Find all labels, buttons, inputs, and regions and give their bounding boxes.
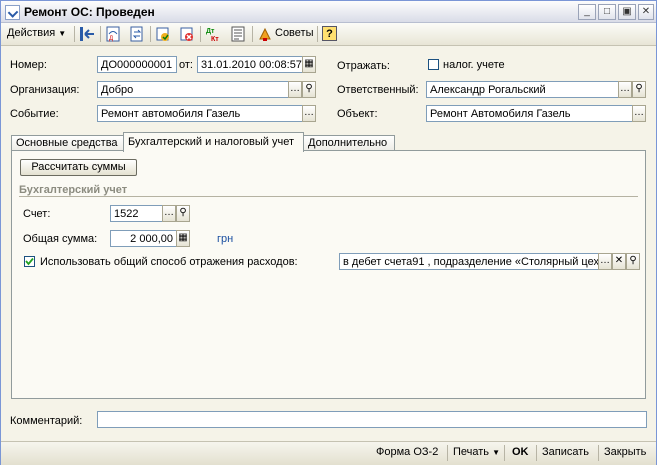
calculate-sums-button[interactable]: Рассчитать суммы — [20, 159, 137, 176]
search-icon[interactable]: ⚲ — [176, 205, 190, 222]
ok-button[interactable]: OK — [512, 446, 529, 458]
title-bar: Ремонт ОС: Проведен _ □ ▣ ✕ — [1, 1, 656, 23]
total-sum-label: Общая сумма: — [23, 233, 98, 245]
ellipsis-select-button[interactable]: … — [302, 105, 316, 122]
separator — [317, 26, 318, 42]
form-oz2-button[interactable]: Форма ОЗ-2 — [376, 446, 438, 458]
reflect-label: Отражать: — [337, 60, 390, 72]
common-method-checkbox[interactable] — [24, 256, 35, 267]
lightbulb-icon — [259, 27, 271, 41]
responsible-label: Ответственный: — [337, 84, 419, 96]
ellipsis-select-button[interactable]: … — [618, 81, 632, 98]
toolbar: Действия ▼ Д Дт Кт Советы ? — [1, 23, 656, 46]
refresh-document-icon[interactable] — [129, 26, 145, 42]
document-dt-icon[interactable]: Д — [105, 26, 121, 42]
organization-field[interactable]: Добро — [97, 81, 289, 98]
calendar-icon[interactable]: ▦ — [302, 56, 316, 73]
separator — [100, 26, 101, 42]
search-icon[interactable]: ⚲ — [302, 81, 316, 98]
separator — [200, 26, 201, 42]
search-icon[interactable]: ⚲ — [632, 81, 646, 98]
object-label: Объект: — [337, 108, 378, 120]
date-field[interactable]: 31.01.2010 00:08:57 — [197, 56, 303, 73]
common-method-field[interactable]: в дебет счета91 , подразделение «Столярн… — [339, 253, 599, 270]
save-button[interactable]: Записать — [542, 446, 589, 458]
common-method-label: Использовать общий способ отражения расх… — [40, 256, 298, 268]
section-title: Бухгалтерский учет — [19, 184, 128, 196]
restore-button[interactable]: ▣ — [618, 4, 636, 20]
document-window: Ремонт ОС: Проведен _ □ ▣ ✕ Действия ▼ Д… — [0, 0, 657, 465]
separator — [150, 26, 151, 42]
help-button[interactable]: ? — [322, 26, 337, 41]
search-icon[interactable]: ⚲ — [626, 253, 640, 270]
tax-accounting-label: налог. учете — [443, 59, 505, 71]
chevron-down-icon: ▼ — [58, 29, 67, 38]
minimize-button[interactable]: _ — [578, 4, 596, 20]
section-divider — [19, 196, 638, 197]
advice-label: Советы — [275, 27, 314, 39]
tab-accounting-tax[interactable]: Бухгалтерский и налоговый учет — [123, 132, 304, 152]
number-label: Номер: — [10, 59, 47, 71]
svg-text:Дт: Дт — [206, 28, 215, 35]
separator — [598, 445, 599, 461]
responsible-field[interactable]: Александр Рогальский — [426, 81, 619, 98]
checkmark-icon — [25, 257, 34, 266]
currency-label: грн — [217, 233, 234, 245]
arrow-left-icon[interactable] — [80, 26, 96, 42]
clear-icon[interactable]: ✕ — [612, 253, 626, 270]
svg-text:Кт: Кт — [211, 36, 219, 42]
print-label: Печать — [453, 446, 490, 458]
separator — [74, 26, 75, 42]
close-window-button[interactable]: ✕ — [638, 4, 654, 20]
actions-menu[interactable]: Действия ▼ — [7, 25, 66, 42]
comment-field[interactable] — [97, 411, 647, 428]
unpost-document-icon[interactable] — [179, 26, 195, 42]
ellipsis-select-button[interactable]: … — [632, 105, 646, 122]
separator — [504, 445, 505, 461]
date-from-label: от: — [179, 59, 193, 71]
actions-label: Действия — [7, 27, 56, 39]
account-label: Счет: — [23, 208, 51, 220]
ellipsis-select-button[interactable]: … — [288, 81, 302, 98]
tab-fixed-assets[interactable]: Основные средства — [11, 135, 124, 151]
comment-label: Комментарий: — [10, 415, 83, 427]
account-field[interactable]: 1522 — [110, 205, 163, 222]
close-button[interactable]: Закрыть — [604, 446, 646, 458]
tab-panel: Рассчитать суммы Бухгалтерский учет Счет… — [11, 150, 646, 399]
print-menu[interactable]: Печать ▼ — [453, 446, 500, 458]
maximize-button[interactable]: □ — [598, 4, 616, 20]
ellipsis-select-button[interactable]: … — [598, 253, 612, 270]
organization-label: Организация: — [10, 84, 80, 96]
footer-bar: Форма ОЗ-2 Печать ▼ OK Записать Закрыть — [1, 441, 656, 465]
object-field[interactable]: Ремонт Автомобиля Газель — [426, 105, 633, 122]
total-sum-field[interactable]: 2 000,00 — [110, 230, 177, 247]
document-check-icon — [5, 5, 20, 20]
event-label: Событие: — [10, 108, 59, 120]
tax-accounting-checkbox[interactable] — [428, 59, 439, 70]
post-document-icon[interactable] — [155, 26, 171, 42]
separator — [252, 26, 253, 42]
separator — [536, 445, 537, 461]
ellipsis-select-button[interactable]: … — [162, 205, 176, 222]
event-field[interactable]: Ремонт автомобиля Газель — [97, 105, 303, 122]
separator — [447, 445, 448, 461]
dt-kt-icon[interactable]: ДтКт — [205, 26, 221, 42]
number-field[interactable]: ДО000000001 — [97, 56, 177, 73]
window-title: Ремонт ОС: Проведен — [24, 5, 155, 19]
report-icon[interactable] — [230, 26, 246, 42]
calculator-icon[interactable]: ▦ — [176, 230, 190, 247]
svg-text:Д: Д — [109, 36, 113, 42]
tab-additional[interactable]: Дополнительно — [303, 135, 395, 151]
chevron-down-icon: ▼ — [492, 448, 501, 457]
